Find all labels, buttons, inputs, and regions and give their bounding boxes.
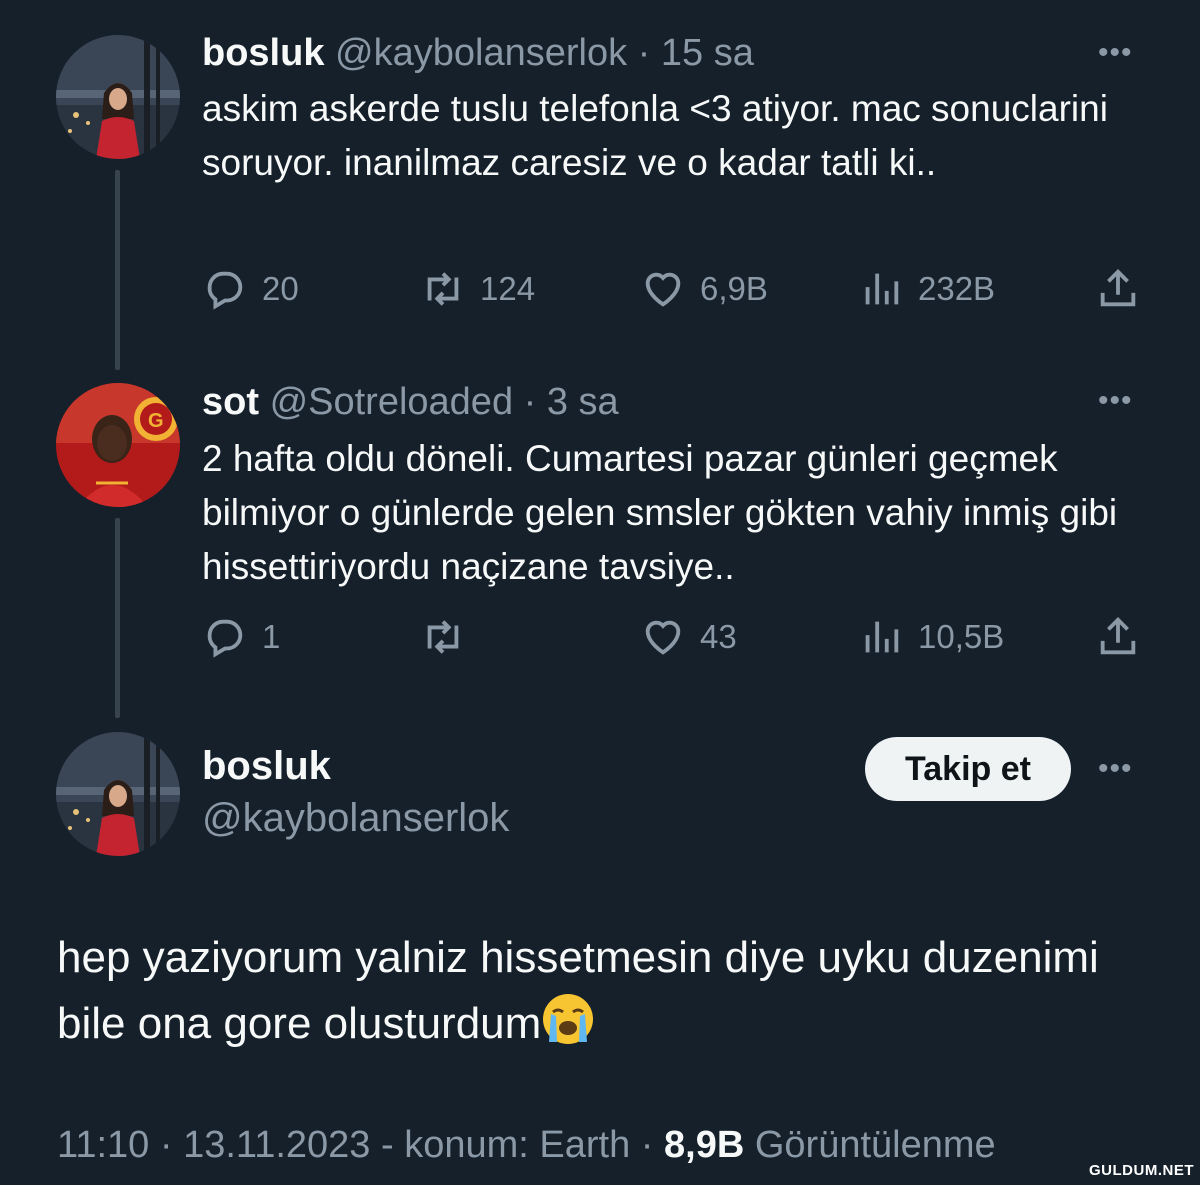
tweet-1-handle[interactable]: @kaybolanserlok <box>335 32 627 74</box>
loudly-crying-face-icon <box>541 992 595 1046</box>
views-count: 10,5B <box>918 618 1005 655</box>
views-button[interactable]: 232B <box>858 264 995 314</box>
tweet-1-header: bosluk @kaybolanserlok · 15 sa <box>202 30 754 76</box>
tweet-1-name[interactable]: bosluk <box>202 32 324 74</box>
watermark: GULDUM.NET <box>1089 1162 1194 1179</box>
like-button[interactable]: 43 <box>640 612 737 662</box>
separator: · <box>159 1124 173 1166</box>
reply-button[interactable]: 1 <box>202 612 280 662</box>
reply-button[interactable]: 20 <box>202 264 299 314</box>
tweet-1-actions: 20 124 6,9B 232B <box>202 264 1147 314</box>
tweet-location: - konum: Earth <box>381 1124 631 1166</box>
avatar-bosluk[interactable] <box>56 732 180 856</box>
views-count: 232B <box>918 270 996 307</box>
share-icon <box>1100 617 1136 655</box>
thread-line <box>115 170 120 370</box>
main-tweet-handle[interactable]: @kaybolanserlok <box>202 796 509 841</box>
thread-line <box>115 518 120 718</box>
avatar-sot[interactable]: G <box>56 383 180 507</box>
tweet-2-handle[interactable]: @Sotreloaded <box>270 381 514 423</box>
heart-icon <box>645 272 681 307</box>
retweet-icon <box>427 620 459 654</box>
main-tweet-name[interactable]: bosluk <box>202 744 331 789</box>
more-options-icon[interactable]: ••• <box>1098 38 1133 68</box>
share-icon <box>1100 269 1136 307</box>
separator: · <box>637 32 651 74</box>
analytics-icon <box>865 273 899 305</box>
reply-icon <box>207 271 243 310</box>
tweet-time[interactable]: 11:10 <box>57 1124 149 1166</box>
heart-icon <box>645 620 681 655</box>
like-count: 6,9B <box>700 270 768 307</box>
main-tweet-text: hep yaziyorum yalniz hissetmesin diye uy… <box>57 925 1157 1057</box>
views-label: Görüntülenme <box>754 1124 996 1166</box>
separator: · <box>523 381 537 423</box>
follow-button[interactable]: Takip et <box>865 737 1071 801</box>
more-options-icon[interactable]: ••• <box>1098 754 1133 784</box>
tweet-2-time[interactable]: 3 sa <box>547 381 619 423</box>
like-button[interactable]: 6,9B <box>640 264 768 314</box>
tweet-1-text: askim askerde tuslu telefonla <3 atiyor.… <box>202 88 1108 183</box>
analytics-icon <box>865 621 899 653</box>
more-options-icon[interactable]: ••• <box>1098 386 1133 416</box>
tweet-1-time[interactable]: 15 sa <box>661 32 754 74</box>
share-button[interactable] <box>1095 264 1141 314</box>
share-button[interactable] <box>1095 612 1141 662</box>
views-total: 8,9B <box>664 1124 745 1166</box>
like-count: 43 <box>700 618 737 655</box>
tweet-2-text: 2 hafta oldu döneli. Cumartesi pazar gün… <box>202 438 1118 587</box>
retweet-icon <box>427 272 459 306</box>
reply-icon <box>207 619 243 658</box>
reply-count: 20 <box>262 270 299 307</box>
avatar-bosluk[interactable] <box>56 35 180 159</box>
retweet-count: 124 <box>480 270 536 307</box>
separator: · <box>640 1124 654 1166</box>
svg-text:G: G <box>148 410 164 432</box>
tweet-2-actions: 1 43 10,5B <box>202 612 1147 662</box>
tweet-2-header: sot @Sotreloaded · 3 sa <box>202 379 619 425</box>
tweet-2-name[interactable]: sot <box>202 381 259 423</box>
reply-count: 1 <box>262 618 281 655</box>
retweet-button[interactable] <box>420 612 480 662</box>
retweet-button[interactable]: 124 <box>420 264 535 314</box>
tweet-date[interactable]: 13.11.2023 <box>183 1124 370 1166</box>
views-button[interactable]: 10,5B <box>858 612 1004 662</box>
tweet-footer: 11:10 · 13.11.2023 - konum: Earth · 8,9B… <box>57 1124 996 1167</box>
